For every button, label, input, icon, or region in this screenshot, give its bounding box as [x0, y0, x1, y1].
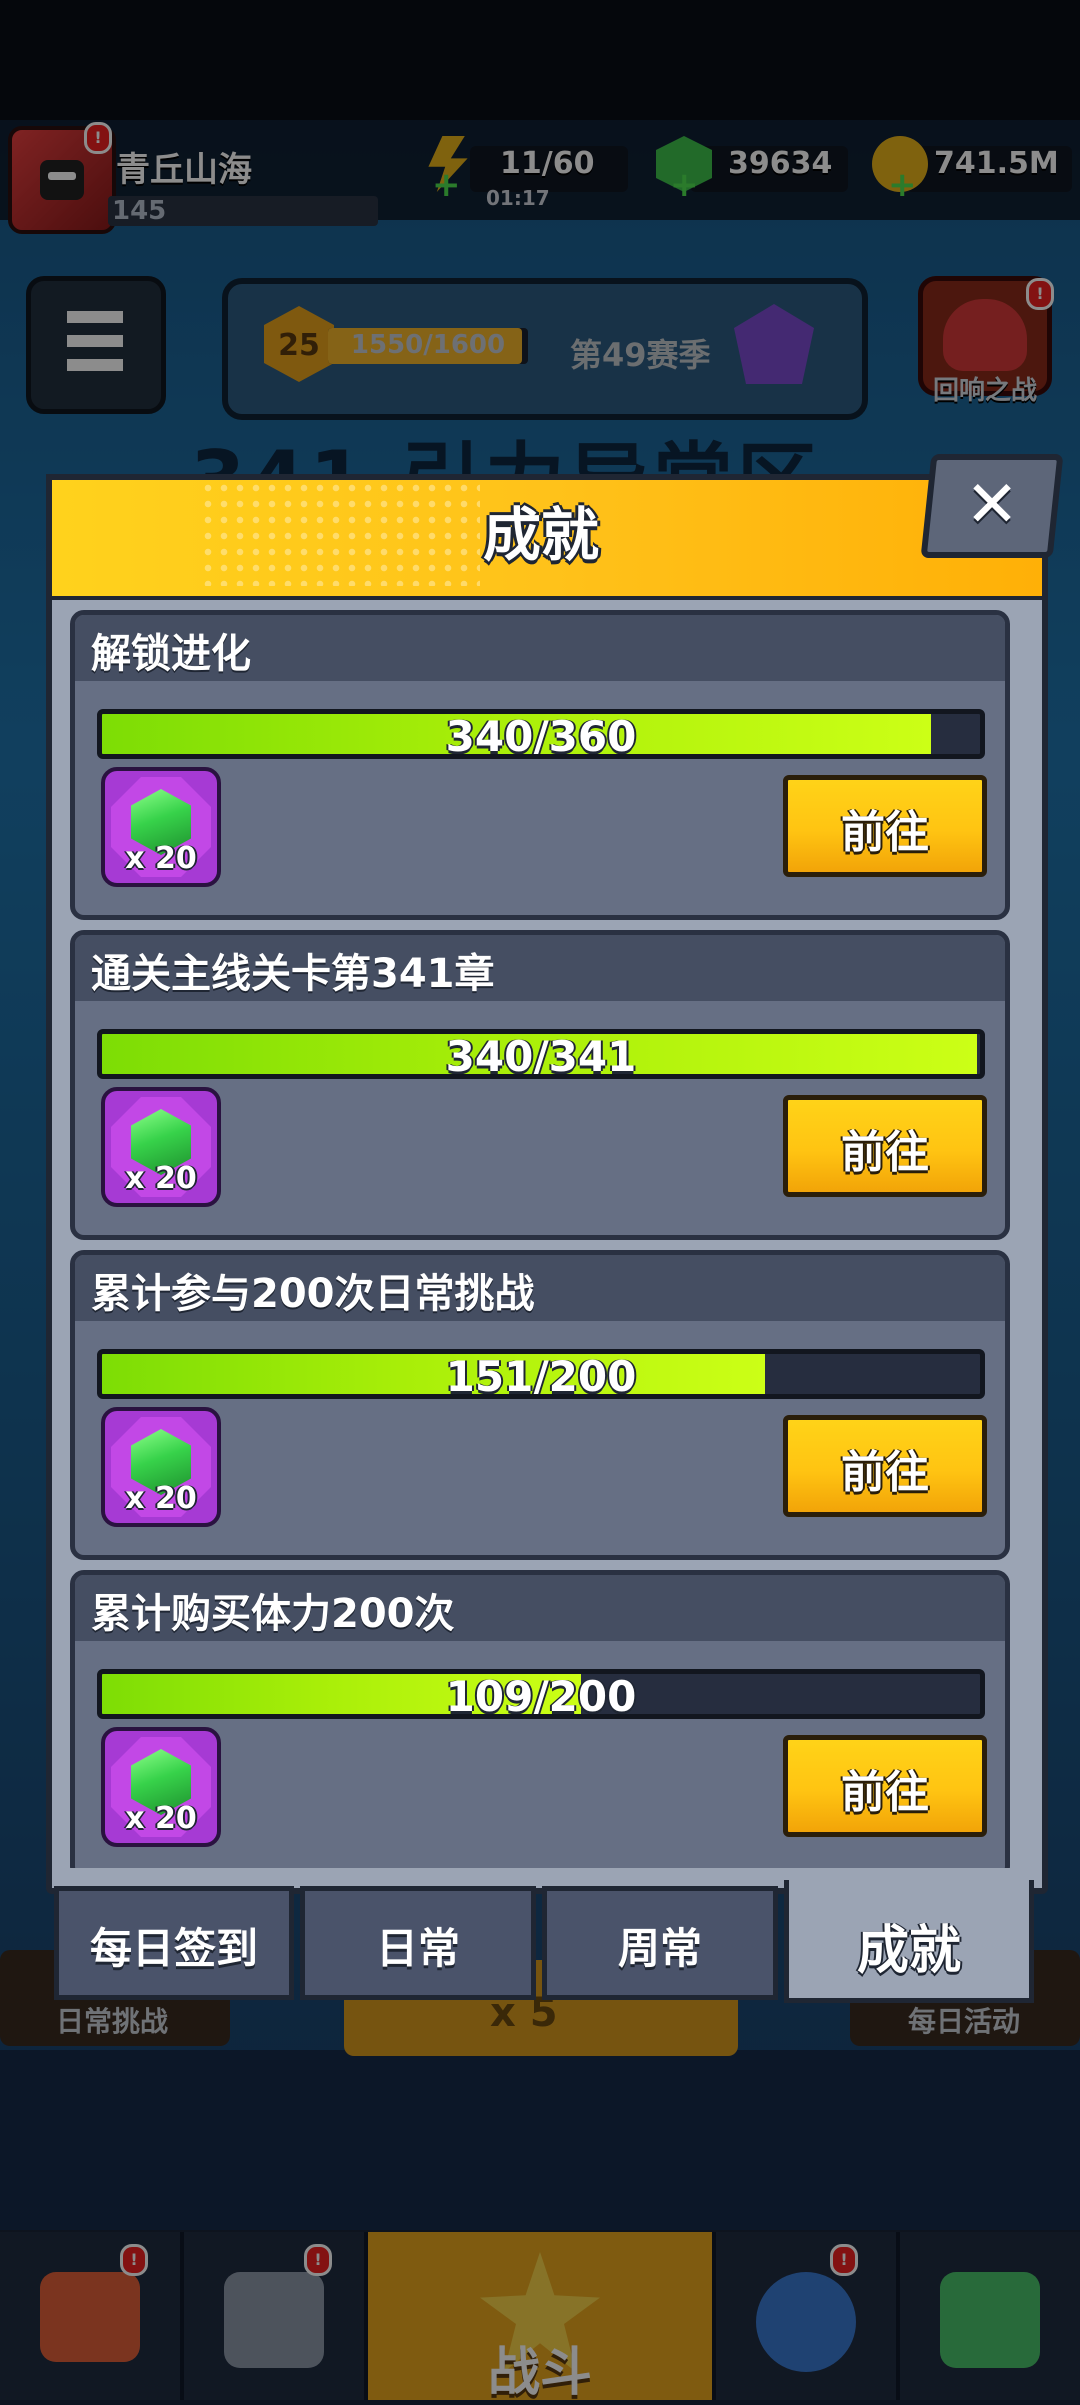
achievement-title: 解锁进化 — [91, 631, 251, 677]
reward-item[interactable]: x 20 — [101, 1087, 221, 1207]
achievement-title: 通关主线关卡第341章 — [91, 951, 495, 997]
achievement-progress-text: 109/200 — [445, 1672, 637, 1719]
reward-quantity: x 20 — [125, 1801, 197, 1836]
go-button[interactable]: 前往 — [783, 1415, 987, 1517]
tab-label: 日常 — [375, 1924, 460, 1973]
tab-label: 周常 — [617, 1924, 702, 1973]
go-button[interactable]: 前往 — [783, 775, 987, 877]
tab-weekly[interactable]: 周常 — [542, 1886, 778, 2000]
reward-quantity: x 20 — [125, 1481, 197, 1516]
modal-title: 成就 — [482, 501, 599, 569]
tab-label: 每日签到 — [89, 1924, 258, 1973]
go-button-label: 前往 — [841, 1447, 929, 1498]
tab-daily-checkin[interactable]: 每日签到 — [54, 1886, 294, 2000]
achievement-title: 累计购买体力200次 — [91, 1591, 455, 1637]
reward-item[interactable]: x 20 — [101, 1727, 221, 1847]
achievement-title: 累计参与200次日常挑战 — [91, 1271, 535, 1317]
tab-daily[interactable]: 日常 — [300, 1886, 536, 2000]
reward-item[interactable]: x 20 — [101, 767, 221, 887]
achievement-card: 累计参与200次日常挑战 151/200 x 20 前往 — [70, 1250, 1010, 1560]
achievement-progress-bar: 109/200 — [97, 1669, 985, 1719]
achievement-progress-text: 340/341 — [445, 1032, 637, 1079]
achievement-progress-bar: 151/200 — [97, 1349, 985, 1399]
reward-quantity: x 20 — [125, 1161, 197, 1196]
achievement-card: 通关主线关卡第341章 340/341 x 20 前往 — [70, 930, 1010, 1240]
go-button-label: 前往 — [841, 1127, 929, 1178]
close-button[interactable]: ✕ — [920, 454, 1064, 558]
go-button-label: 前往 — [841, 1767, 929, 1818]
go-button[interactable]: 前往 — [783, 1095, 987, 1197]
achievement-progress-text: 151/200 — [445, 1352, 637, 1399]
achievement-progress-text: 340/360 — [445, 712, 637, 759]
close-icon: ✕ — [965, 468, 1019, 542]
reward-quantity: x 20 — [125, 841, 197, 876]
go-button[interactable]: 前往 — [783, 1735, 987, 1837]
achievement-progress-bar: 340/360 — [97, 709, 985, 759]
reward-item[interactable]: x 20 — [101, 1407, 221, 1527]
achievement-list[interactable]: 解锁进化 340/360 x 20 前往 通关主线关卡第341章 340/341 x 20 前… — [62, 610, 1020, 1868]
achievement-card: 累计购买体力200次 109/200 x 20 前往 — [70, 1570, 1010, 1868]
achievement-card: 解锁进化 340/360 x 20 前往 — [70, 610, 1010, 920]
achievement-progress-bar: 340/341 — [97, 1029, 985, 1079]
go-button-label: 前往 — [841, 807, 929, 858]
tab-achievements[interactable]: 成就 — [784, 1880, 1034, 2003]
tab-label: 成就 — [856, 1921, 961, 1981]
